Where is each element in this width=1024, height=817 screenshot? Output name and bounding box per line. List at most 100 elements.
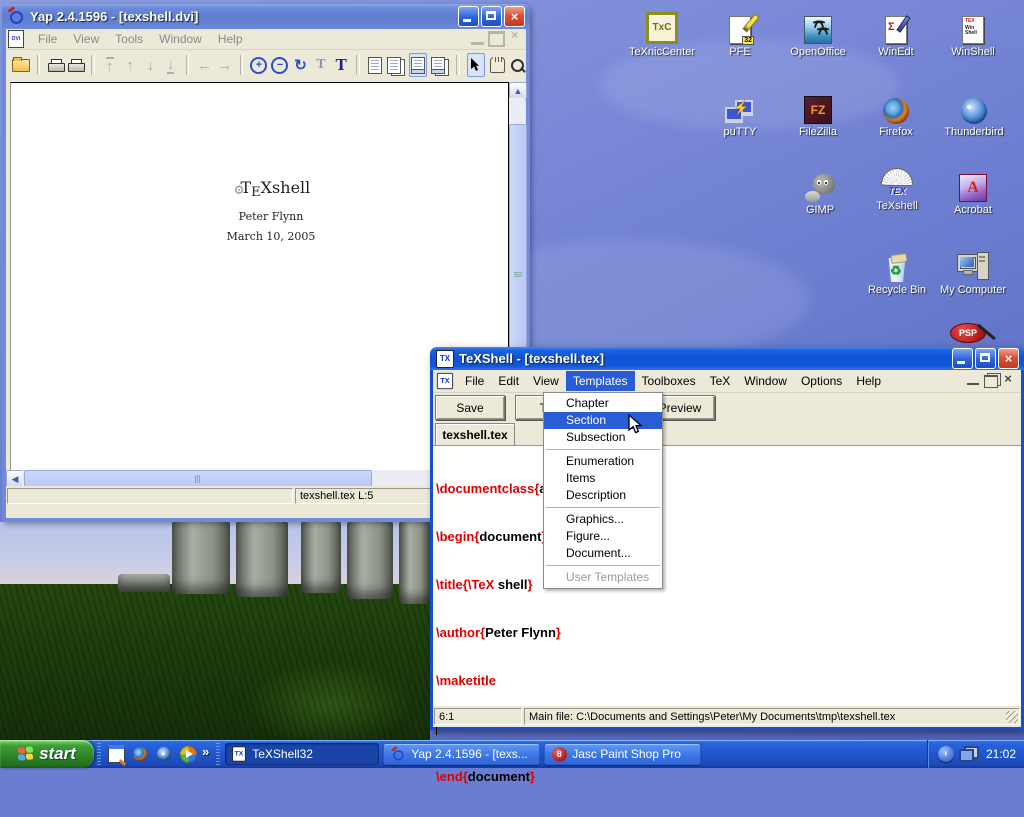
media-player-quicklaunch-icon[interactable] — [178, 744, 198, 764]
select-arrow-icon[interactable] — [467, 53, 485, 77]
code-editor[interactable]: \documentclass{article} \begin{document}… — [433, 445, 1021, 706]
desktop-icon-pfe[interactable]: 32 PFE — [702, 6, 778, 59]
mdi-restore-icon[interactable] — [488, 31, 505, 47]
desktop-icon-filezilla[interactable]: FZ FileZilla — [780, 86, 856, 139]
code-line: \title{\TeX shell} — [436, 577, 1021, 593]
menu-window[interactable]: Window — [737, 371, 794, 391]
menu-item-graphics[interactable]: Graphics... — [544, 511, 662, 528]
mdi-minimize-icon[interactable] — [967, 375, 979, 385]
two-page-view-icon[interactable] — [387, 54, 405, 76]
desktop-icon-winedt[interactable]: Σ WinEdt — [858, 6, 934, 59]
menu-item-enumeration[interactable]: Enumeration — [544, 453, 662, 470]
desktop-icon-label: Acrobat — [935, 204, 1011, 217]
desktop-icon-openoffice[interactable]: OpenOffice — [780, 6, 856, 59]
mdi-close-icon[interactable] — [509, 31, 522, 42]
taskbar-button-paintshoppro[interactable]: 8 Jasc Paint Shop Pro — [544, 743, 701, 765]
desktop-icon-texniccenter[interactable]: TxC TeXnicCenter — [624, 6, 700, 59]
templates-dropdown-menu: Chapter Section Subsection Enumeration I… — [543, 392, 663, 589]
maximize-button[interactable] — [975, 348, 996, 369]
menu-item-section[interactable]: Section — [544, 412, 662, 429]
taskbar-clock[interactable]: 21:02 — [984, 747, 1016, 761]
continuous-two-page-view-icon[interactable] — [431, 54, 449, 76]
menu-help[interactable]: Help — [849, 371, 888, 391]
desktop-icon-thunderbird[interactable]: Thunderbird — [936, 86, 1012, 139]
desktop-icon-winshell[interactable]: TEXWinShell WinShell — [935, 6, 1011, 59]
menu-templates[interactable]: Templates — [566, 371, 635, 391]
desktop-icon-putty[interactable]: ⚡ puTTY — [702, 86, 778, 139]
zoom-in-icon[interactable]: + — [250, 54, 267, 76]
desktop-icon-my-computer[interactable]: My Computer — [935, 244, 1011, 297]
previous-page-icon[interactable]: ↑ — [122, 54, 138, 76]
close-button[interactable]: × — [998, 348, 1019, 369]
resize-grip[interactable] — [1006, 711, 1018, 723]
menu-view[interactable]: View — [65, 30, 107, 48]
desktop-icon-paintshoppro-partial[interactable]: PSP — [950, 321, 986, 345]
hand-pan-icon[interactable] — [489, 54, 505, 76]
menu-options[interactable]: Options — [794, 371, 849, 391]
next-page-icon[interactable]: ↓ — [142, 54, 158, 76]
desktop-icon-recycle-bin[interactable]: ♻ Recycle Bin — [859, 244, 935, 297]
menu-tex[interactable]: TeX — [703, 371, 738, 391]
quicklaunch-overflow-chevron[interactable]: » — [202, 744, 209, 759]
desktop-icon-label: TeXshell — [859, 200, 935, 213]
taskbar-button-yap[interactable]: Yap 2.4.1596 - [texs... — [383, 743, 540, 765]
desktop-icon-firefox[interactable]: Firefox — [858, 86, 934, 139]
menu-item-figure[interactable]: Figure... — [544, 528, 662, 545]
zoom-out-icon[interactable]: − — [271, 54, 288, 76]
menu-item-document[interactable]: Document... — [544, 545, 662, 562]
text-tool-icon[interactable]: T — [333, 54, 349, 76]
tab-texshell-tex[interactable]: texshell.tex — [435, 423, 515, 446]
thunderbird-quicklaunch-icon[interactable] — [154, 744, 174, 764]
pfe-icon: 32 — [702, 6, 778, 44]
status-main-file: Main file: C:\Documents and Settings\Pet… — [524, 708, 1020, 725]
menu-window[interactable]: Window — [151, 30, 210, 48]
menu-item-chapter[interactable]: Chapter — [544, 395, 662, 412]
minimize-button[interactable] — [952, 348, 973, 369]
close-button[interactable]: × — [504, 6, 525, 27]
taskbar-button-texshell32[interactable]: TX TeXShell32 — [225, 743, 379, 765]
firefox-quicklaunch-icon[interactable] — [130, 744, 150, 764]
menu-item-items[interactable]: Items — [544, 470, 662, 487]
desktop-icon-gimp[interactable]: GIMP — [782, 164, 858, 217]
menu-edit[interactable]: Edit — [491, 371, 526, 391]
start-button[interactable]: start — [0, 740, 94, 768]
menu-help[interactable]: Help — [210, 30, 251, 48]
menu-file[interactable]: File — [458, 371, 491, 391]
menu-item-description[interactable]: Description — [544, 487, 662, 504]
back-icon[interactable]: ← — [196, 54, 212, 76]
network-tray-icon[interactable] — [959, 746, 979, 762]
yap-titlebar[interactable]: Yap 2.4.1596 - [texshell.dvi] × — [2, 4, 530, 29]
menu-item-subsection[interactable]: Subsection — [544, 429, 662, 446]
desktop-icon-texshell[interactable]: TEX TeXshell — [859, 160, 935, 213]
texshell-titlebar[interactable]: TX TeXShell - [texshell.tex] × — [430, 347, 1024, 370]
print-icon[interactable] — [47, 54, 63, 76]
refresh-icon[interactable]: ↻ — [292, 54, 308, 76]
mdi-restore-icon[interactable] — [984, 375, 998, 388]
show-desktop-icon[interactable] — [106, 744, 126, 764]
desktop-icon-acrobat[interactable]: A Acrobat — [935, 164, 1011, 217]
dvi-date: March 10, 2005 — [71, 230, 471, 243]
texshell-document-icon: TX — [437, 373, 453, 389]
hide-tray-icons-chevron[interactable]: ‹ — [938, 746, 954, 762]
menu-toolboxes[interactable]: Toolboxes — [635, 371, 703, 391]
mdi-close-icon[interactable] — [1003, 375, 1015, 385]
minimize-button[interactable] — [458, 6, 479, 27]
last-page-icon[interactable]: ↓ — [163, 54, 179, 76]
desktop-icon-label: My Computer — [935, 284, 1011, 297]
code-line: \begin{document} — [436, 529, 1021, 545]
forward-icon[interactable]: → — [217, 54, 233, 76]
menu-file[interactable]: File — [30, 30, 65, 48]
save-button[interactable]: Save — [435, 395, 505, 420]
ruler-tool-icon[interactable]: T — [313, 54, 329, 76]
continuous-view-icon[interactable] — [409, 53, 427, 77]
menu-tools[interactable]: Tools — [107, 30, 151, 48]
open-file-icon[interactable] — [12, 54, 30, 76]
single-page-view-icon[interactable] — [367, 54, 383, 76]
texshell-app-icon: TX — [436, 350, 454, 368]
mdi-minimize-icon[interactable] — [471, 31, 484, 45]
print-setup-icon[interactable] — [68, 54, 84, 76]
first-page-icon[interactable]: ↑ — [102, 54, 118, 76]
menu-view[interactable]: View — [526, 371, 566, 391]
maximize-button[interactable] — [481, 6, 502, 27]
magnifier-icon[interactable] — [510, 54, 526, 76]
